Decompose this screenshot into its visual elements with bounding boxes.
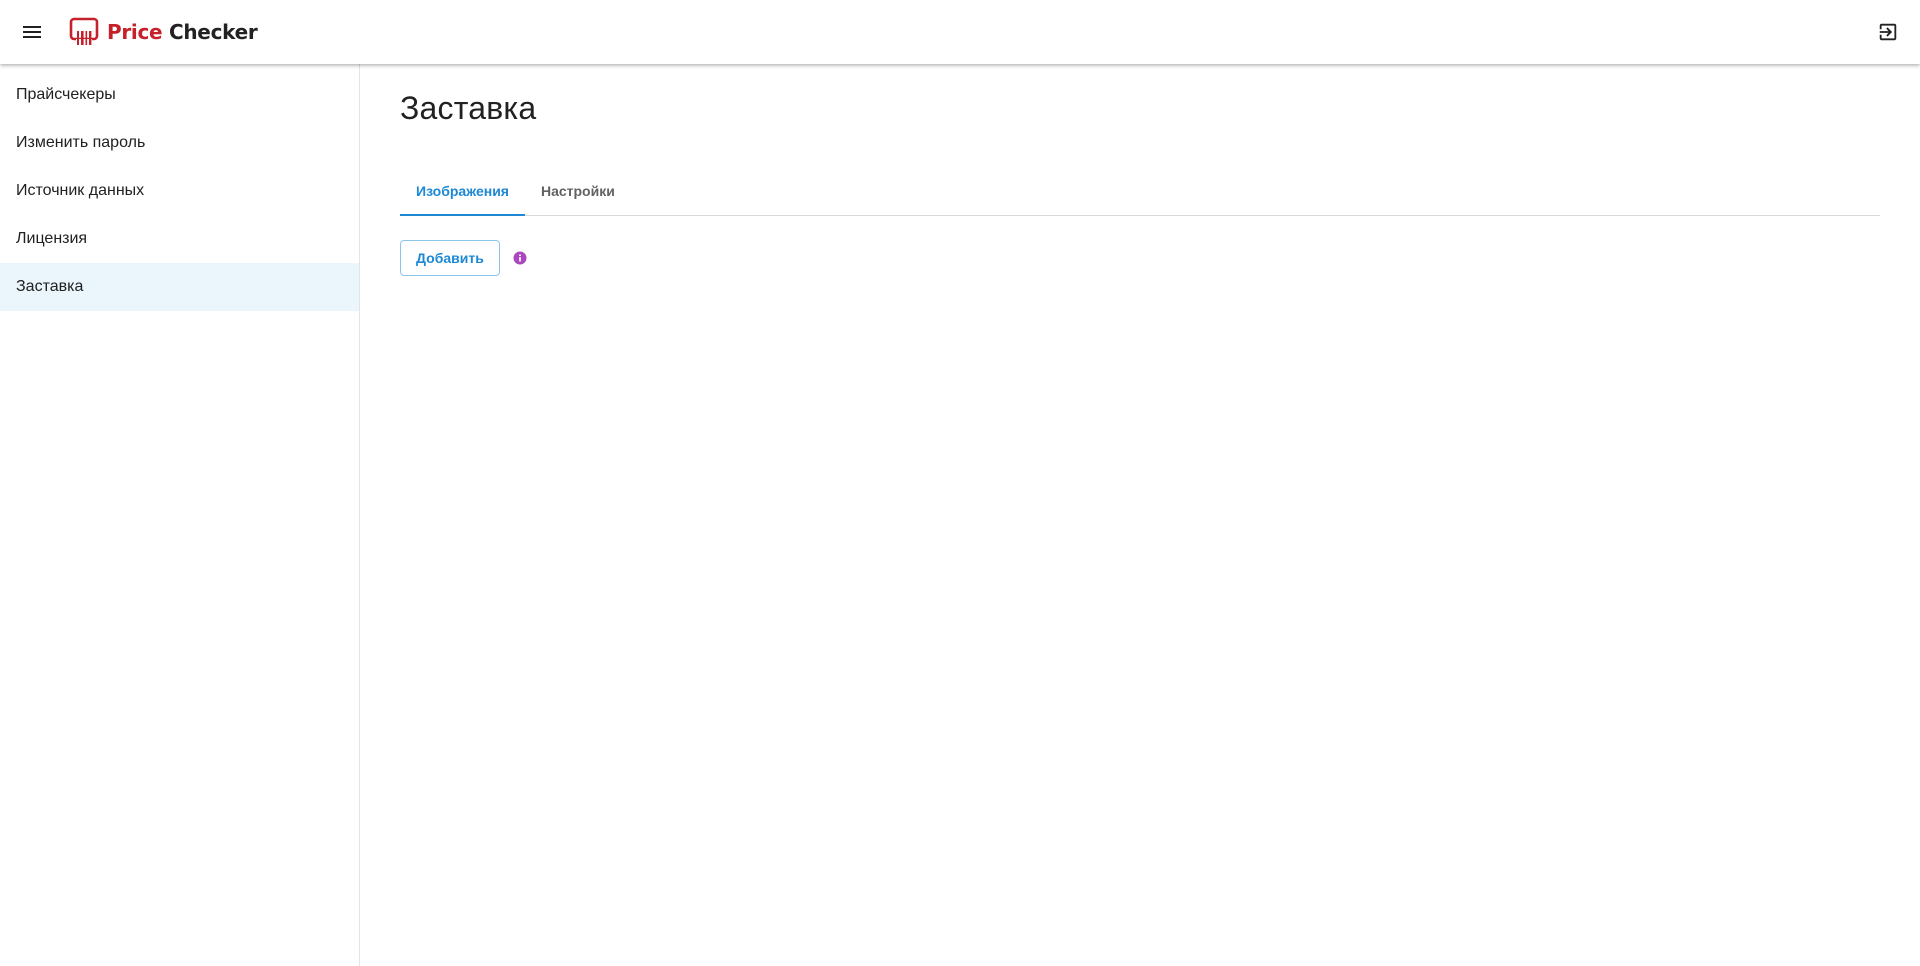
sidebar-item-label: Лицензия	[16, 230, 88, 247]
tab-label: Изображения	[416, 182, 509, 199]
sidebar-item-pricecheckers[interactable]: Прайсчекеры	[0, 71, 359, 119]
tab-label: Настройки	[540, 182, 615, 199]
logo-text-checker: Checker	[168, 20, 258, 44]
tab-bar: Изображения Настройки	[400, 166, 1880, 216]
page-title: Заставка	[400, 90, 537, 126]
menu-button[interactable]	[12, 12, 52, 52]
sidebar-item-license[interactable]: Лицензия	[0, 215, 359, 263]
sidebar-item-data-source[interactable]: Источник данных	[0, 167, 359, 215]
main-content: Заставка Изображения Настройки Добавить	[400, 64, 1880, 276]
sidebar: Прайсчекеры Изменить пароль Источник дан…	[0, 64, 360, 966]
actions-row: Добавить	[400, 240, 1880, 276]
logout-button[interactable]	[1868, 12, 1908, 52]
sidebar-item-change-password[interactable]: Изменить пароль	[0, 119, 359, 167]
sidebar-item-screensaver[interactable]: Заставка	[0, 263, 359, 311]
tab-images[interactable]: Изображения	[400, 166, 525, 216]
info-icon[interactable]	[513, 251, 527, 265]
sidebar-item-label: Изменить пароль	[16, 134, 146, 151]
sidebar-item-label: Прайсчекеры	[16, 86, 116, 103]
sidebar-item-label: Источник данных	[16, 182, 145, 199]
menu-icon	[23, 26, 41, 38]
app-logo[interactable]: Price Checker	[69, 16, 258, 48]
add-button[interactable]: Добавить	[400, 240, 500, 276]
logo-text: Price Checker	[107, 16, 258, 48]
logout-icon	[1879, 23, 1897, 41]
sidebar-item-label: Заставка	[16, 278, 84, 295]
app-bar: Price Checker	[0, 0, 1920, 64]
tab-settings[interactable]: Настройки	[525, 166, 631, 215]
logo-text-price: Price	[107, 20, 163, 44]
price-checker-logo-icon	[69, 17, 99, 46]
